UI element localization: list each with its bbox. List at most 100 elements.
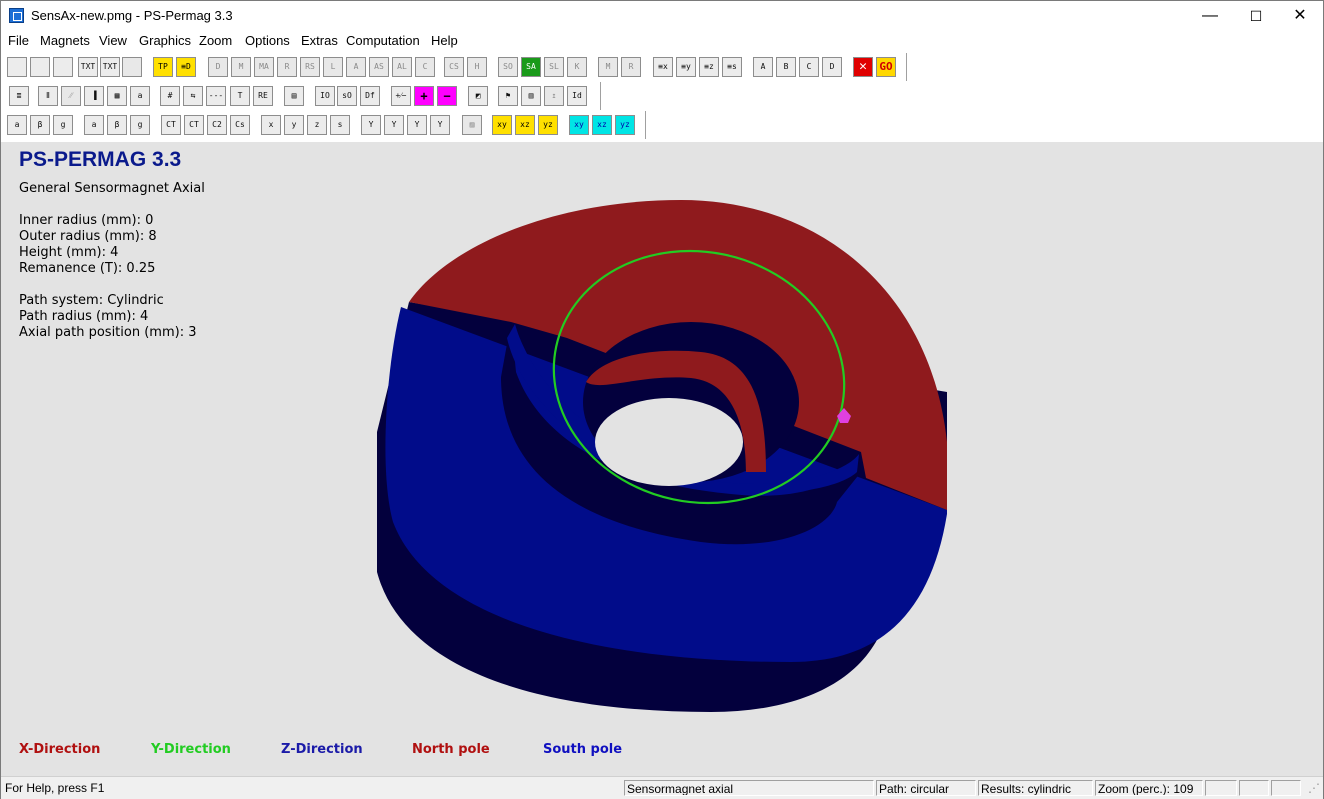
b-box-button[interactable]: β bbox=[30, 115, 50, 135]
export-txt-graph-button[interactable]: TXT bbox=[100, 57, 120, 77]
bar-y-button[interactable]: y bbox=[284, 115, 304, 135]
g-box-button[interactable]: g bbox=[53, 115, 73, 135]
bar-s-button[interactable]: s bbox=[330, 115, 350, 135]
3d-h-button[interactable]: H bbox=[467, 57, 487, 77]
yellow-list-button[interactable]: ≡D bbox=[176, 57, 196, 77]
save-file-button[interactable] bbox=[53, 57, 73, 77]
id-button[interactable]: Id bbox=[567, 86, 587, 106]
view-c-button[interactable]: C bbox=[799, 57, 819, 77]
magnet-3d-view[interactable] bbox=[1, 142, 1323, 776]
3d-r2-button[interactable]: R bbox=[621, 57, 641, 77]
go-button[interactable]: GO bbox=[876, 57, 896, 77]
3d-so-button[interactable]: SO bbox=[498, 57, 518, 77]
view-a-button[interactable]: A bbox=[753, 57, 773, 77]
cxy-button[interactable]: xy bbox=[569, 115, 589, 135]
tp-button[interactable]: TP bbox=[153, 57, 173, 77]
menu-view[interactable]: View bbox=[99, 33, 127, 48]
view-d-button[interactable]: D bbox=[822, 57, 842, 77]
3d-al-button[interactable]: AL bbox=[392, 57, 412, 77]
g-graph-button[interactable]: g bbox=[130, 115, 150, 135]
c2-button[interactable]: C2 bbox=[207, 115, 227, 135]
a-box-button[interactable]: a bbox=[7, 115, 27, 135]
y-y-button[interactable]: Y bbox=[384, 115, 404, 135]
menu-zoom[interactable]: Zoom bbox=[199, 33, 232, 48]
3d-cs-button[interactable]: CS bbox=[444, 57, 464, 77]
tool-b-button[interactable]: Ⅱ bbox=[38, 86, 58, 106]
menu-magnets[interactable]: Magnets bbox=[40, 33, 90, 48]
swap-button[interactable]: ⇆ bbox=[183, 86, 203, 106]
3d-sa-button[interactable]: SA bbox=[521, 57, 541, 77]
tool-c-button[interactable]: ⁄⁄ bbox=[61, 86, 81, 106]
y-x-button[interactable]: Y bbox=[361, 115, 381, 135]
colors-button[interactable]: ≣ bbox=[9, 86, 29, 106]
minimize-button[interactable]: — bbox=[1187, 1, 1233, 31]
3d-k-button[interactable]: K bbox=[567, 57, 587, 77]
bars-button[interactable]: ▐ bbox=[84, 86, 104, 106]
diagonal-button[interactable]: ◩ bbox=[468, 86, 488, 106]
picture-button[interactable]: ▨ bbox=[462, 115, 482, 135]
sort-s-button[interactable]: ≡s bbox=[722, 57, 742, 77]
3d-l-button[interactable]: L bbox=[323, 57, 343, 77]
xz-button[interactable]: xz bbox=[515, 115, 535, 135]
table-button[interactable]: ▤ bbox=[284, 86, 304, 106]
3d-r-button[interactable]: R bbox=[277, 57, 297, 77]
3d-m2-button[interactable]: M bbox=[598, 57, 618, 77]
sort-x-button[interactable]: ≡x bbox=[653, 57, 673, 77]
so-button[interactable]: sO bbox=[337, 86, 357, 106]
stop-button[interactable]: ✕ bbox=[853, 57, 873, 77]
3d-c-button[interactable]: C bbox=[415, 57, 435, 77]
bar-z-button[interactable]: z bbox=[307, 115, 327, 135]
menu-computation[interactable]: Computation bbox=[346, 33, 420, 48]
t-button[interactable]: T bbox=[230, 86, 250, 106]
resize-grip-icon[interactable]: ⋰ bbox=[1306, 780, 1322, 796]
palette-button[interactable]: ▦ bbox=[107, 86, 127, 106]
menu-extras[interactable]: Extras bbox=[301, 33, 338, 48]
flag-button[interactable]: ⚑ bbox=[498, 86, 518, 106]
plus-button[interactable]: + bbox=[414, 86, 434, 106]
new-file-button[interactable] bbox=[7, 57, 27, 77]
open-file-button[interactable] bbox=[30, 57, 50, 77]
minus-button[interactable]: − bbox=[437, 86, 457, 106]
ct-button[interactable]: CT bbox=[161, 115, 181, 135]
3d-a-button[interactable]: A bbox=[346, 57, 366, 77]
grid-button[interactable]: # bbox=[160, 86, 180, 106]
3d-as-button[interactable]: AS bbox=[369, 57, 389, 77]
cyz-button[interactable]: yz bbox=[615, 115, 635, 135]
print-button[interactable] bbox=[122, 57, 142, 77]
yz-button[interactable]: yz bbox=[538, 115, 558, 135]
maximize-button[interactable]: ☐ bbox=[1233, 1, 1279, 31]
y-z-button[interactable]: Y bbox=[407, 115, 427, 135]
upload-button[interactable]: ↥ bbox=[544, 86, 564, 106]
columns-button[interactable]: ▥ bbox=[521, 86, 541, 106]
graphics-canvas[interactable]: PS-PERMAG 3.3 General Sensormagnet Axial… bbox=[1, 142, 1323, 776]
xy-button[interactable]: xy bbox=[492, 115, 512, 135]
menu-graphics[interactable]: Graphics bbox=[139, 33, 191, 48]
3d-sl-button[interactable]: SL bbox=[544, 57, 564, 77]
io-button[interactable]: IO bbox=[315, 86, 335, 106]
cxz-button[interactable]: xz bbox=[592, 115, 612, 135]
3d-d-button[interactable]: D bbox=[208, 57, 228, 77]
a-graph-button[interactable]: a bbox=[84, 115, 104, 135]
menu-help[interactable]: Help bbox=[431, 33, 458, 48]
menu-file[interactable]: File bbox=[8, 33, 29, 48]
cs-button[interactable]: Cs bbox=[230, 115, 250, 135]
close-button[interactable]: ✕ bbox=[1277, 1, 1323, 31]
menu-options[interactable]: Options bbox=[245, 33, 290, 48]
text-a-button[interactable]: a bbox=[130, 86, 150, 106]
title-bar[interactable]: SensAx-new.pmg - PS-Permag 3.3 — ☐ ✕ bbox=[1, 1, 1323, 31]
bar-x-button[interactable]: x bbox=[261, 115, 281, 135]
3d-rs-button[interactable]: RS bbox=[300, 57, 320, 77]
df-button[interactable]: Df bbox=[360, 86, 380, 106]
3d-m-button[interactable]: M bbox=[231, 57, 251, 77]
plus-minus-button[interactable]: +⁄− bbox=[391, 86, 411, 106]
red-field-button[interactable]: RE bbox=[253, 86, 273, 106]
dash-button[interactable]: --- bbox=[206, 86, 226, 106]
y-s-button[interactable]: Y bbox=[430, 115, 450, 135]
sort-y-button[interactable]: ≡y bbox=[676, 57, 696, 77]
view-b-button[interactable]: B bbox=[776, 57, 796, 77]
sort-z-button[interactable]: ≡z bbox=[699, 57, 719, 77]
ct2-button[interactable]: CT bbox=[184, 115, 204, 135]
3d-ma-button[interactable]: MA bbox=[254, 57, 274, 77]
export-txt-button[interactable]: TXT bbox=[78, 57, 98, 77]
b-graph-button[interactable]: β bbox=[107, 115, 127, 135]
